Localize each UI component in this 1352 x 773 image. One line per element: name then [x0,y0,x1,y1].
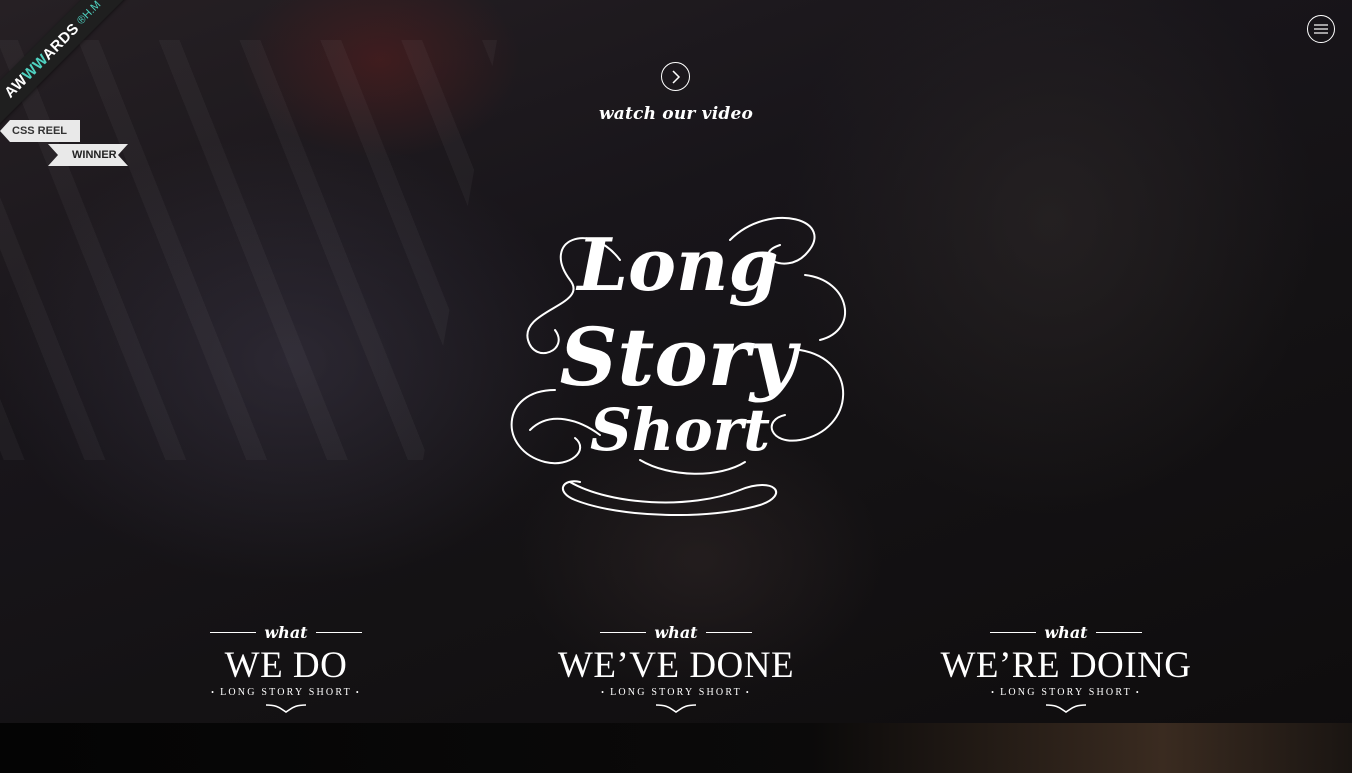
section-subtitle: • LONG STORY SHORT • [211,687,361,698]
kicker-rule-left [600,631,647,633]
section-subtitle: • LONG STORY SHORT • [991,687,1141,698]
section-we-do[interactable]: what WE DO • LONG STORY SHORT • [196,620,376,713]
chevron-down-icon[interactable] [265,704,307,713]
watch-video-link[interactable]: watch our video [560,104,792,124]
logo-word-short: Short [590,396,770,464]
kicker-rule-left [210,631,257,633]
section-kicker: what [196,620,376,644]
kicker-rule-right [1095,631,1142,633]
kicker-rule-left [990,631,1037,633]
css-reel-tag[interactable]: CSS REEL [0,120,80,142]
chevron-down-icon[interactable] [1045,704,1087,713]
awwwards-mark: ®H.M [74,0,104,28]
section-subtitle: • LONG STORY SHORT • [601,687,751,698]
section-title: WE’RE DOING [940,645,1192,686]
kicker-rule-right [705,631,752,633]
section-title: WE’VE DONE [557,645,795,686]
section-were-doing[interactable]: what WE’RE DOING • LONG STORY SHORT • [926,620,1206,713]
section-weve-done[interactable]: what WE’VE DONE • LONG STORY SHORT • [545,620,807,713]
winner-tag[interactable]: WINNER [48,144,128,166]
kicker-text: what [654,622,698,642]
long-story-short-logo: Long Story Short [510,217,847,516]
below-fold-preview [0,723,1352,773]
awwwards-band: AWWWARDS ®H.M [0,0,138,134]
kicker-text: what [264,622,308,642]
chevron-down-icon[interactable] [655,704,697,713]
menu-button[interactable] [1307,15,1335,43]
play-video-button[interactable] [661,62,690,91]
awwwards-ribbon[interactable]: AWWWARDS ®H.M [0,0,140,140]
section-kicker: what [926,620,1206,644]
logo-word-long: Long [575,222,778,307]
section-title: WE DO [224,645,348,686]
chevron-right-icon [671,69,680,84]
section-kicker: what [545,620,807,644]
hero-background: AWWWARDS ®H.M CSS REEL WINNER watch our v… [0,0,1352,773]
hamburger-icon [1314,24,1328,34]
kicker-text: what [1044,622,1088,642]
awwwards-logo: AWWWARDS [0,19,83,102]
logo-word-story: Story [560,310,802,404]
kicker-rule-right [315,631,362,633]
